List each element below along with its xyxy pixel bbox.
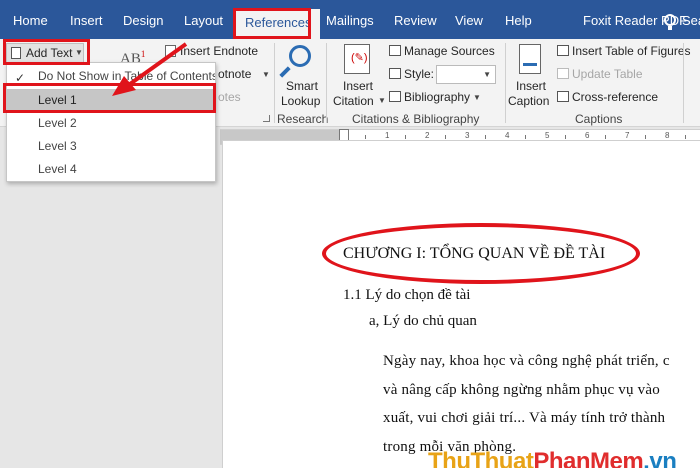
annotation-arrow-layer [112, 42, 188, 96]
red-arrow-line [128, 42, 188, 86]
watermark-part: Thu [428, 448, 471, 468]
watermark-logo: ThuThuatPhanMem.vn [428, 448, 677, 468]
red-arrow-head-icon [112, 76, 136, 96]
watermark-part: Thuat [470, 448, 534, 468]
watermark-part: PhanMem [533, 448, 644, 468]
watermark-part: .vn [643, 448, 677, 468]
